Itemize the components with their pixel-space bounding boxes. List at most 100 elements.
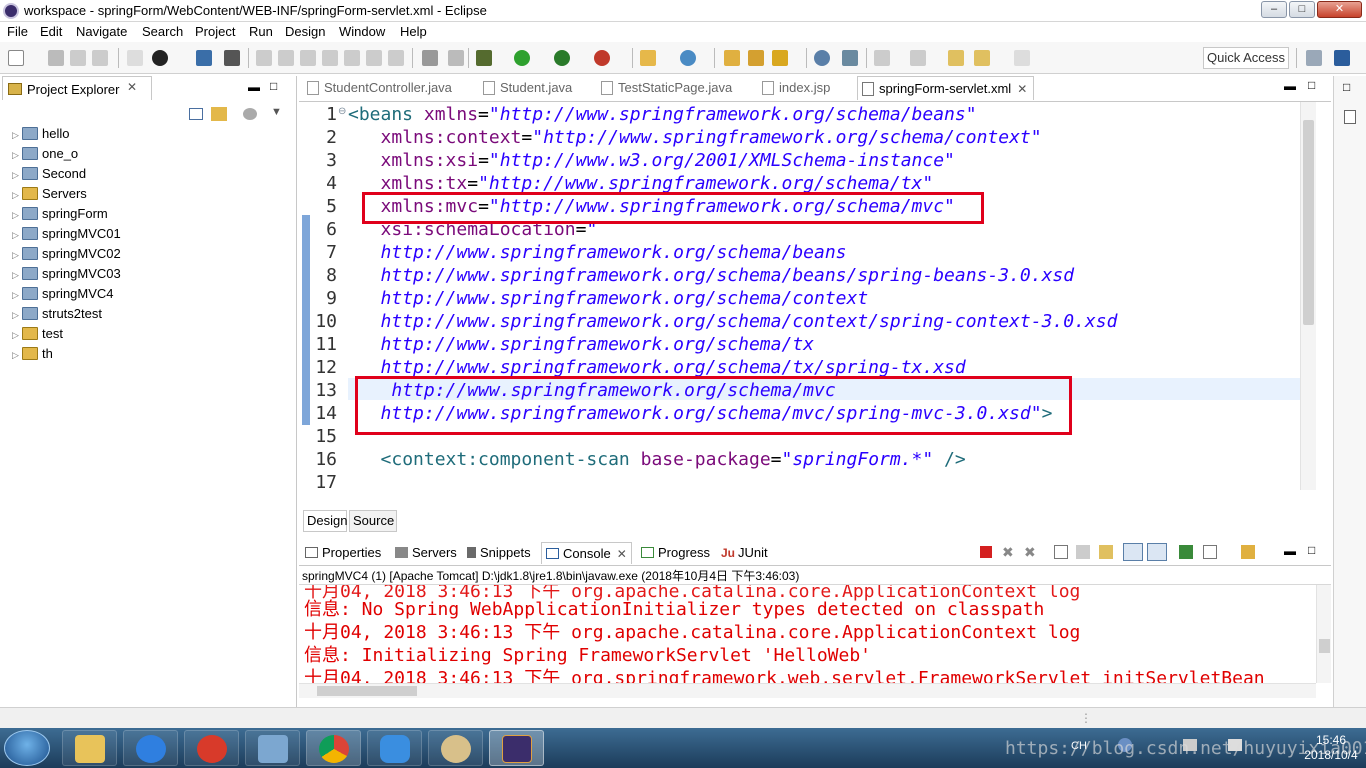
resume-icon[interactable] (256, 50, 272, 66)
tree-item[interactable]: ▷ springMVC01 (12, 224, 121, 244)
save-icon[interactable] (48, 50, 64, 66)
run-icon[interactable] (514, 50, 530, 66)
next-annotation-icon[interactable] (874, 50, 890, 66)
editor-vertical-scrollbar[interactable] (1300, 102, 1316, 490)
menu-search[interactable]: Search (142, 24, 183, 39)
menu-run[interactable]: Run (249, 24, 273, 39)
system-clock[interactable]: 15:46 2018/10/4 (1298, 733, 1364, 763)
code-area[interactable]: 1 <beans xmlns="http://www.springframewor… (299, 102, 1316, 567)
forward-icon[interactable] (1014, 50, 1030, 66)
console-horizontal-scrollbar[interactable] (299, 683, 1316, 698)
java-ee-perspective-icon[interactable] (1334, 50, 1350, 66)
tree-item[interactable]: ▷ th (12, 344, 53, 364)
back-icon[interactable] (974, 50, 990, 66)
new-icon[interactable] (8, 50, 24, 66)
search-icon[interactable] (772, 50, 788, 66)
menu-navigate[interactable]: Navigate (76, 24, 127, 39)
restore-icon[interactable]: □ (1343, 80, 1350, 94)
minimize-button[interactable]: – (1261, 1, 1287, 18)
tab-springform-servlet[interactable]: springForm-servlet.xml ✕ (857, 76, 1035, 100)
tree-item[interactable]: ▷ springForm (12, 204, 108, 224)
web-browser-icon[interactable] (814, 50, 830, 66)
maximize-view-icon[interactable]: □ (1308, 543, 1315, 557)
debug-icon[interactable] (476, 50, 492, 66)
open-task-icon[interactable] (448, 50, 464, 66)
menu-window[interactable]: Window (339, 24, 385, 39)
suspend-icon[interactable] (278, 50, 294, 66)
maximize-view-icon[interactable]: □ (270, 79, 277, 93)
tab-student-controller[interactable]: StudentController.java (307, 76, 452, 100)
remove-all-terminated-icon[interactable]: ✖ (1024, 544, 1036, 561)
scrollbar-thumb[interactable] (1319, 639, 1330, 653)
clear-console-icon[interactable] (1054, 545, 1068, 559)
word-wrap-icon[interactable] (1099, 545, 1113, 559)
minimize-view-icon[interactable]: ▬ (248, 80, 260, 94)
open-resource-icon[interactable] (748, 50, 764, 66)
tree-item[interactable]: ▷ springMVC03 (12, 264, 121, 284)
console-output[interactable]: 十月04, 2018 3:46:13 下午 org.apache.catalin… (299, 585, 1316, 683)
tree-item[interactable]: ▷ hello (12, 124, 69, 144)
fold-icon[interactable]: ⊖ (338, 106, 346, 117)
display-console-icon[interactable] (1203, 545, 1217, 559)
skip-breakpoints-icon[interactable] (224, 50, 240, 66)
start-button[interactable] (4, 730, 50, 766)
menu-edit[interactable]: Edit (40, 24, 62, 39)
close-icon[interactable]: ✕ (1017, 82, 1027, 96)
taskbar-baidu-netdisk[interactable] (123, 730, 178, 766)
scrollbar-thumb[interactable] (1303, 120, 1314, 325)
tree-item[interactable]: ▷ Servers (12, 184, 87, 204)
new-java-package-icon[interactable] (640, 50, 656, 66)
toggle-annotation-icon[interactable] (842, 50, 858, 66)
close-icon[interactable]: ✕ (617, 547, 627, 561)
last-edit-location-icon[interactable] (948, 50, 964, 66)
tab-console[interactable]: Console ✕ (541, 542, 632, 564)
outline-icon[interactable] (1344, 110, 1356, 124)
taskbar-app[interactable] (245, 730, 300, 766)
taskbar-paint[interactable] (428, 730, 483, 766)
project-explorer-tab[interactable]: Project Explorer ✕ (2, 76, 152, 100)
taskbar-netease-music[interactable] (184, 730, 239, 766)
close-icon[interactable]: ✕ (127, 80, 137, 94)
open-type-icon[interactable] (724, 50, 740, 66)
scrollbar-thumb[interactable] (317, 686, 417, 696)
taskbar-app-2[interactable] (367, 730, 422, 766)
taskbar-eclipse[interactable] (489, 730, 544, 766)
tab-student[interactable]: Student.java (483, 76, 572, 100)
tab-test-static-page[interactable]: TestStaticPage.java (601, 76, 732, 100)
previous-annotation-icon[interactable] (910, 50, 926, 66)
external-tools-icon[interactable] (594, 50, 610, 66)
tree-item[interactable]: ▷ one_o (12, 144, 78, 164)
menu-project[interactable]: Project (195, 24, 235, 39)
save-all-icon[interactable] (70, 50, 86, 66)
tree-item[interactable]: ▷ struts2test (12, 304, 102, 324)
close-button[interactable]: ✕ (1317, 1, 1362, 18)
menu-design[interactable]: Design (285, 24, 325, 39)
collapse-all-icon[interactable] (189, 108, 203, 120)
tab-properties[interactable]: Properties (305, 542, 381, 564)
quick-access-input[interactable]: Quick Access (1203, 47, 1289, 69)
console-icon[interactable] (196, 50, 212, 66)
remove-launch-icon[interactable]: ✖ (1002, 544, 1014, 561)
tree-item[interactable]: ▷ test (12, 324, 63, 344)
filters-icon[interactable] (243, 108, 257, 120)
tree-item[interactable]: ▷ springMVC4 (12, 284, 114, 304)
print-icon[interactable] (92, 50, 108, 66)
tab-servers[interactable]: Servers (395, 542, 457, 564)
tab-source[interactable]: Source (349, 510, 397, 532)
terminate-icon[interactable] (980, 546, 992, 558)
new-java-class-icon[interactable] (680, 50, 696, 66)
maximize-view-icon[interactable]: □ (1308, 78, 1315, 92)
perspective-icon[interactable] (152, 50, 168, 66)
disconnect-icon[interactable] (322, 50, 338, 66)
console-vertical-scrollbar[interactable] (1316, 585, 1331, 683)
tab-junit[interactable]: Ju JUnit (721, 542, 768, 564)
pin-console-icon[interactable] (1179, 545, 1193, 559)
use-step-filters-icon[interactable] (422, 50, 438, 66)
tab-snippets[interactable]: Snippets (467, 542, 531, 564)
minimize-view-icon[interactable]: ▬ (1284, 544, 1296, 558)
tree-item[interactable]: ▷ Second (12, 164, 86, 184)
debug-skip-icon[interactable] (127, 50, 143, 66)
coverage-icon[interactable] (554, 50, 570, 66)
step-into-icon[interactable] (344, 50, 360, 66)
show-console-stdout-icon[interactable] (1123, 543, 1143, 561)
